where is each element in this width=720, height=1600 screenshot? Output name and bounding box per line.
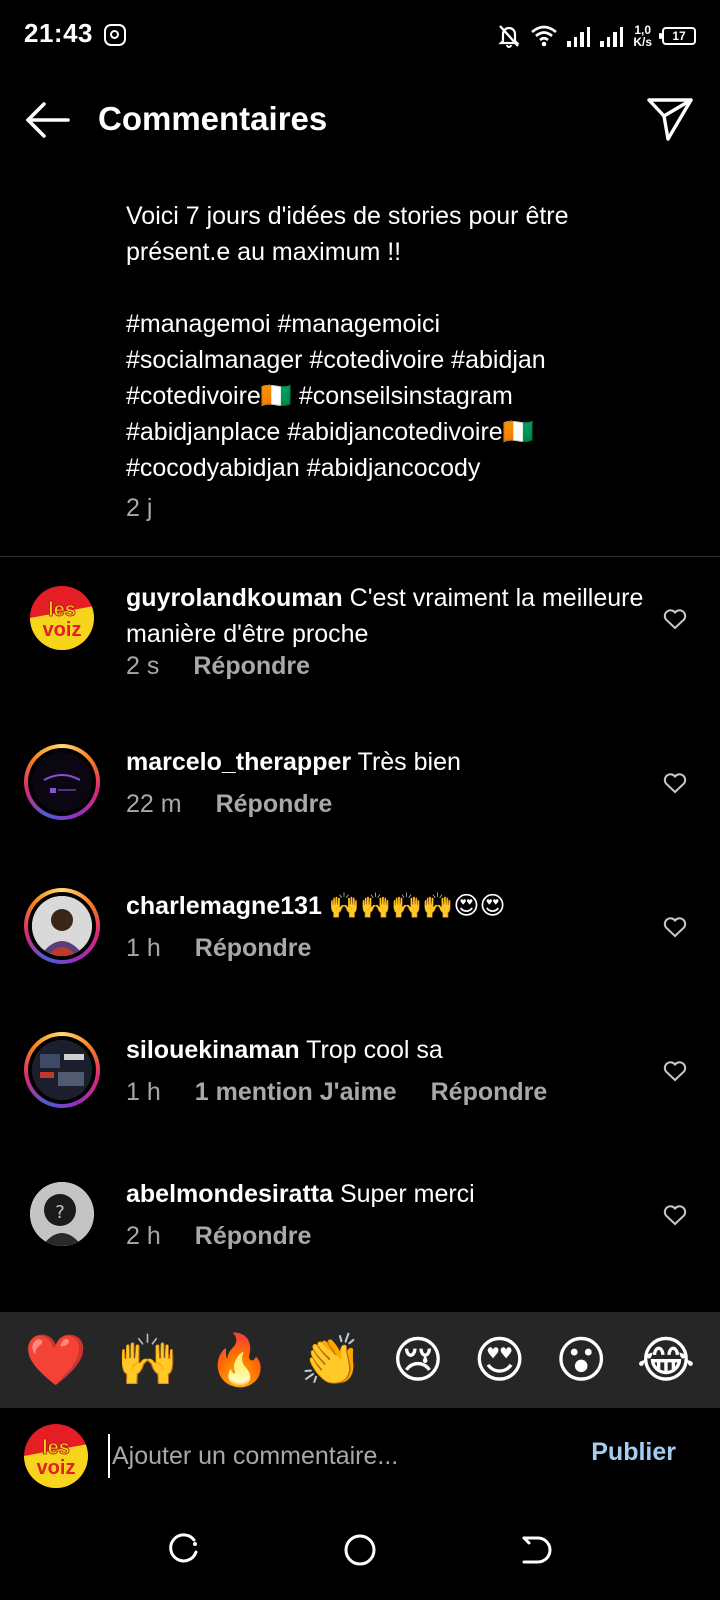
- status-time: 21:43: [24, 18, 93, 48]
- caption-timestamp: 2 j: [126, 494, 153, 522]
- likes-count-link[interactable]: 1 mention J'aime: [195, 1078, 397, 1107]
- svg-text:voiz: voiz: [37, 1457, 76, 1479]
- back-nav-icon[interactable]: [516, 1530, 556, 1570]
- caption-line: présent.e au maximum !!: [126, 238, 402, 266]
- back-arrow-icon[interactable]: [24, 98, 72, 142]
- charlemagne-avatar-image: [32, 896, 92, 956]
- comment-username[interactable]: guyrolandkouman: [126, 584, 343, 612]
- comment-body: Trop cool sa: [299, 1036, 443, 1064]
- avatar[interactable]: [24, 888, 100, 964]
- svg-text:voiz: voiz: [43, 619, 82, 641]
- status-icons: 1,0 K/s 17: [497, 20, 696, 52]
- comment-item: ? abelmondesiratta Super merci 2 h Répon…: [0, 1176, 720, 1306]
- comment-username[interactable]: charlemagne131: [126, 892, 322, 920]
- les-voiz-logo: les voiz: [30, 586, 94, 650]
- avatar[interactable]: ?: [24, 1176, 100, 1252]
- comment-body: Très bien: [351, 748, 461, 776]
- emoji-surprised-button[interactable]: 😮: [555, 1330, 607, 1390]
- comment-composer: les voiz Publier: [0, 1408, 720, 1504]
- comment-timestamp: 1 h: [126, 1078, 161, 1106]
- emoji-crying-button[interactable]: 😢: [392, 1330, 444, 1390]
- comment-item: silouekinaman Trop cool sa 1 h 1 mention…: [0, 1032, 720, 1162]
- instagram-notification-icon: [104, 24, 126, 46]
- comment-text: silouekinaman Trop cool sa: [126, 1032, 646, 1068]
- comment-meta: 1 h 1 mention J'aime Répondre: [126, 1078, 547, 1107]
- comment-timestamp: 1 h: [126, 934, 161, 962]
- battery-icon: 17: [659, 27, 696, 45]
- emoji-fire-button[interactable]: 🔥: [208, 1330, 270, 1390]
- share-send-icon[interactable]: [646, 96, 694, 142]
- signal-2-icon: [600, 25, 624, 47]
- comment-timestamp: 2 h: [126, 1222, 161, 1250]
- comment-meta: 2 h Répondre: [126, 1222, 311, 1251]
- home-icon[interactable]: [340, 1530, 380, 1570]
- comment-username[interactable]: silouekinaman: [126, 1036, 300, 1064]
- reply-button[interactable]: Répondre: [195, 934, 312, 963]
- caption-hashtags[interactable]: #managemoi #managemoici: [126, 306, 646, 342]
- comment-meta: 22 m Répondre: [126, 790, 332, 819]
- status-bar: 21:43 1,0 K/s 17: [0, 0, 720, 72]
- silouekinaman-avatar-image: [32, 1040, 92, 1100]
- page-title: Commentaires: [98, 100, 328, 137]
- emoji-heart-eyes-button[interactable]: 😍: [474, 1330, 526, 1390]
- caption-hashtags[interactable]: #socialmanager #cotedivoire #abidjan: [126, 342, 646, 378]
- comment-input[interactable]: [108, 1434, 552, 1478]
- heart-like-icon[interactable]: [663, 608, 687, 630]
- heart-like-icon[interactable]: [663, 916, 687, 938]
- abelmonde-avatar-image: ?: [30, 1182, 94, 1246]
- comment-username[interactable]: marcelo_therapper: [126, 748, 351, 776]
- avatar[interactable]: [24, 744, 100, 820]
- comment-text: marcelo_therapper Très bien: [126, 744, 646, 780]
- comment-text: charlemagne131 🙌🙌🙌🙌😍😍: [126, 888, 646, 924]
- svg-text:les: les: [48, 599, 76, 621]
- emoji-raised-hands-button[interactable]: 🙌: [117, 1330, 179, 1390]
- caption-hashtags[interactable]: #cocodyabidjan #abidjancocody: [126, 450, 646, 486]
- emoji-heart-button[interactable]: ❤️: [25, 1330, 87, 1390]
- comment-body: 🙌🙌🙌🙌😍😍: [321, 892, 506, 920]
- comment-text: guyrolandkouman C'est vraiment la meille…: [126, 580, 646, 652]
- reply-button[interactable]: Répondre: [195, 1222, 312, 1251]
- heart-like-icon[interactable]: [663, 1204, 687, 1226]
- caption-hashtags[interactable]: #abidjanplace #abidjancotedivoire🇨🇮: [126, 414, 646, 450]
- emoji-reaction-bar: ❤️ 🙌 🔥 👏 😢 😍 😮 😂: [0, 1312, 720, 1408]
- current-user-avatar: les voiz: [24, 1424, 88, 1488]
- bell-muted-icon: [498, 25, 520, 48]
- emoji-laughing-button[interactable]: 😂: [637, 1330, 695, 1390]
- network-speed: 1,0 K/s: [633, 23, 652, 49]
- comment-item: charlemagne131 🙌🙌🙌🙌😍😍 1 h Répondre: [0, 888, 720, 1018]
- system-nav-bar: [0, 1504, 720, 1600]
- marcelo-avatar-image: [32, 752, 92, 812]
- reply-button[interactable]: Répondre: [193, 652, 310, 681]
- svg-text:les: les: [42, 1437, 70, 1459]
- comment-item: marcelo_therapper Très bien 22 m Répondr…: [0, 744, 720, 874]
- post-caption: Voici 7 jours d'idées de stories pour êt…: [126, 198, 646, 486]
- reply-button[interactable]: Répondre: [216, 790, 333, 819]
- recent-apps-icon[interactable]: [164, 1530, 204, 1570]
- heart-like-icon[interactable]: [663, 1060, 687, 1082]
- caption-hashtags[interactable]: #cotedivoire🇨🇮 #conseilsinstagram: [126, 378, 646, 414]
- comment-username[interactable]: abelmondesiratta: [126, 1180, 333, 1208]
- avatar[interactable]: les voiz: [24, 580, 100, 656]
- signal-1-icon: [567, 25, 591, 47]
- comment-timestamp: 2 s: [126, 652, 160, 680]
- caption-line: Voici 7 jours d'idées de stories pour êt…: [126, 202, 569, 230]
- comment-body: Super merci: [333, 1180, 475, 1208]
- heart-like-icon[interactable]: [663, 772, 687, 794]
- les-voiz-logo: les voiz: [24, 1424, 88, 1488]
- divider: [0, 556, 720, 557]
- comment-text: abelmondesiratta Super merci: [126, 1176, 646, 1212]
- comment-meta: 2 s Répondre: [126, 652, 310, 681]
- avatar[interactable]: [24, 1032, 100, 1108]
- header: Commentaires: [0, 80, 720, 160]
- reply-button[interactable]: Répondre: [431, 1078, 548, 1107]
- comment-item: les voiz guyrolandkouman C'est vraiment …: [0, 580, 720, 710]
- comment-timestamp: 22 m: [126, 790, 182, 818]
- wifi-icon: [531, 25, 558, 47]
- comment-meta: 1 h Répondre: [126, 934, 311, 963]
- publish-button[interactable]: Publier: [591, 1438, 676, 1467]
- svg-text:?: ?: [55, 1202, 65, 1223]
- emoji-clap-button[interactable]: 👏: [300, 1330, 362, 1390]
